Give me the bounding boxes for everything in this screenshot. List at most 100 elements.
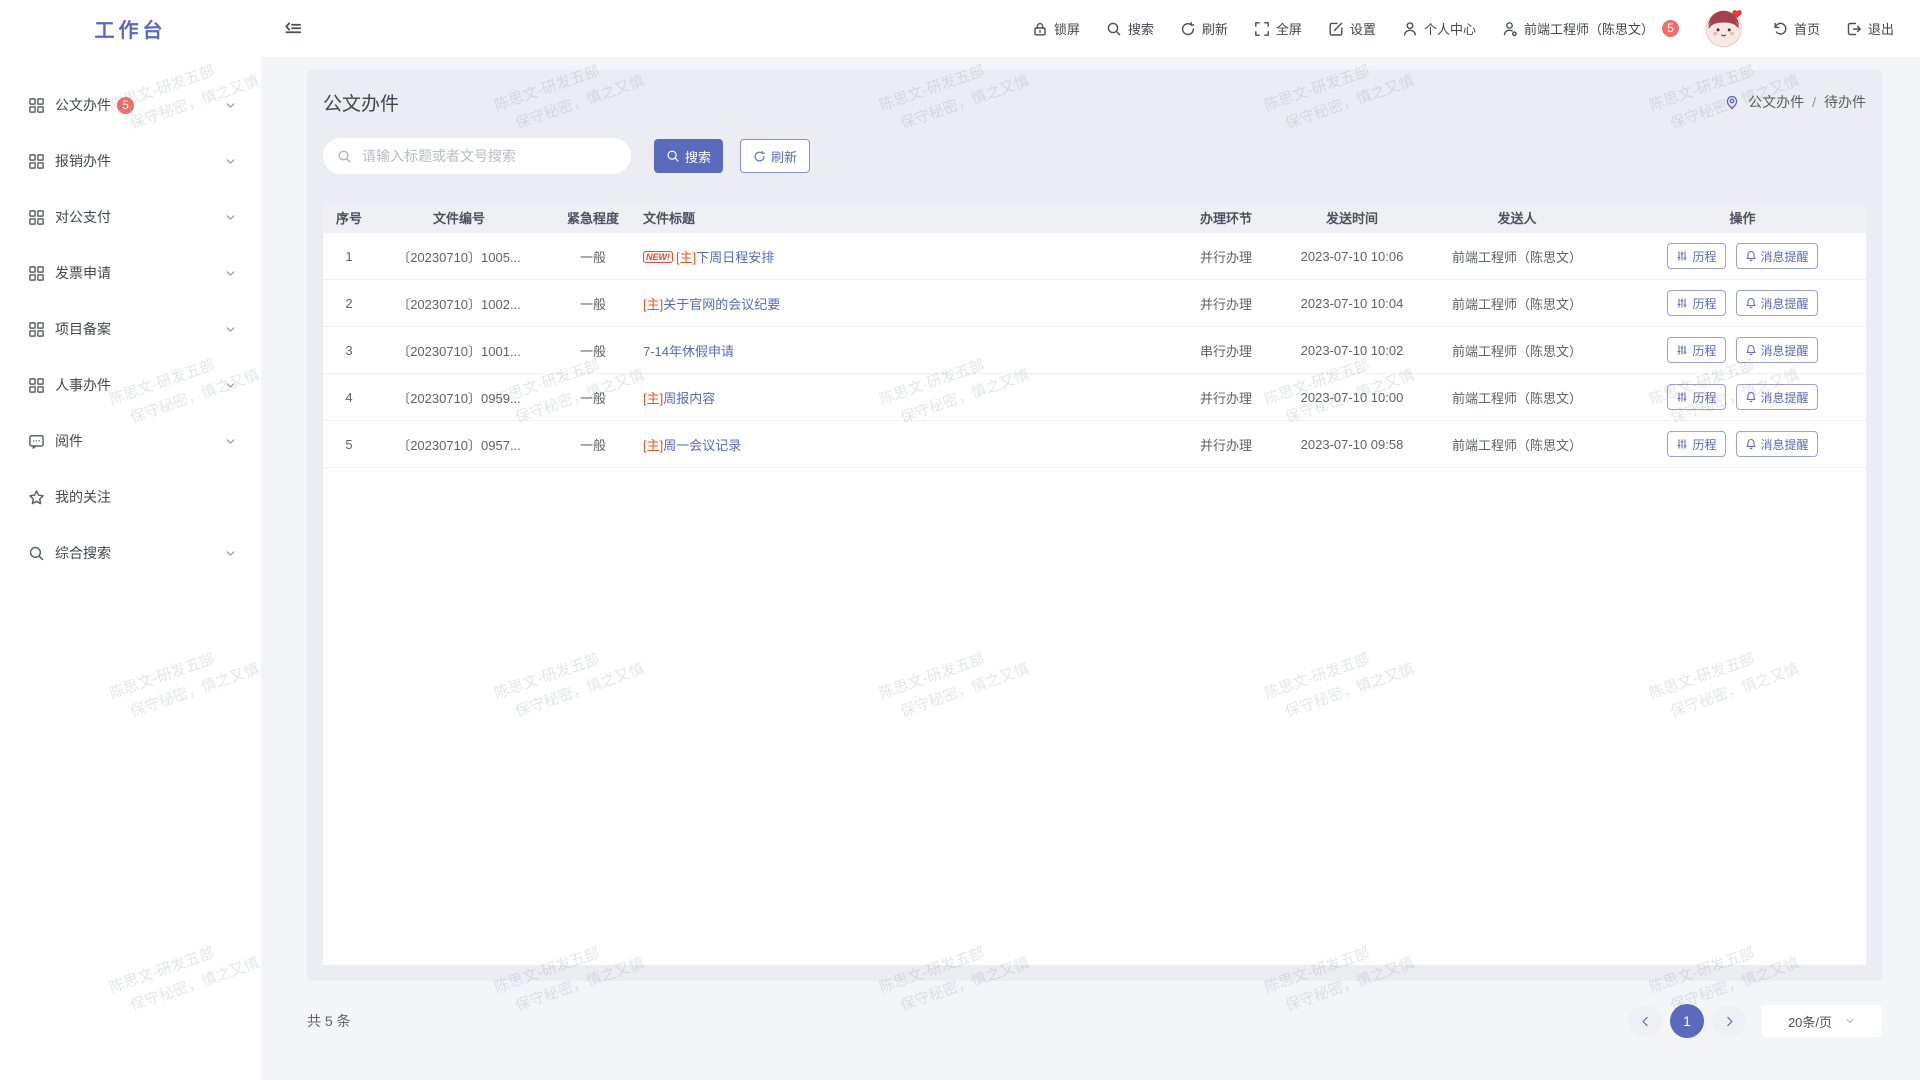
cell-urgency: 一般 xyxy=(543,341,643,360)
sidebar-item-hr[interactable]: 人事办件 xyxy=(0,357,261,413)
sidebar-item-favorites[interactable]: 我的关注 xyxy=(0,469,261,525)
chevron-down-icon[interactable] xyxy=(224,267,237,280)
location-pin-icon xyxy=(1724,94,1740,110)
history-button[interactable]: 历程 xyxy=(1667,431,1725,457)
bell-icon xyxy=(1745,391,1757,403)
sidebar-item-documents[interactable]: 公文办件5 xyxy=(0,77,261,133)
sidebar-item-label: 人事办件 xyxy=(55,375,111,395)
cell-actions: 历程消息提醒 xyxy=(1619,337,1866,363)
chevron-down-icon[interactable] xyxy=(224,99,237,112)
sidebar-item-project[interactable]: 项目备案 xyxy=(0,301,261,357)
history-button[interactable]: 历程 xyxy=(1667,337,1725,363)
history-button[interactable]: 历程 xyxy=(1667,290,1725,316)
cell-urgency: 一般 xyxy=(543,294,643,313)
pagination: 共 5 条 1 20条/页 xyxy=(307,1001,1882,1041)
refresh-button[interactable]: 刷新 xyxy=(740,139,810,173)
refresh-button[interactable]: 刷新 xyxy=(1180,19,1228,38)
cell-sender: 前端工程师（陈思文） xyxy=(1415,435,1619,454)
sidebar-item-label: 阅件 xyxy=(55,431,83,451)
search-button[interactable]: 搜索 xyxy=(1106,19,1154,38)
sidebar-item-badge: 5 xyxy=(117,97,134,114)
home-button[interactable]: 首页 xyxy=(1772,19,1820,38)
chevron-down-icon[interactable] xyxy=(224,379,237,392)
notify-button[interactable]: 消息提醒 xyxy=(1736,431,1818,457)
search-icon xyxy=(337,149,352,164)
cell-step: 并行办理 xyxy=(1163,247,1289,266)
search-button[interactable]: 搜索 xyxy=(654,139,723,173)
cell-actions: 历程 消息提醒 xyxy=(1619,431,1866,457)
lock-button[interactable]: 锁屏 xyxy=(1032,19,1080,38)
column-header: 序号 xyxy=(323,208,375,227)
breadcrumb-separator: / xyxy=(1812,94,1816,110)
sidebar-item-global-search[interactable]: 综合搜索 xyxy=(0,525,261,581)
settings-button[interactable]: 设置 xyxy=(1328,19,1376,38)
notify-button[interactable]: 消息提醒 xyxy=(1736,290,1818,316)
history-button[interactable]: 历程 xyxy=(1667,243,1725,269)
chevron-down-icon[interactable] xyxy=(224,323,237,336)
logout-icon xyxy=(1846,21,1862,37)
cell-time: 2023-07-10 10:06 xyxy=(1289,249,1415,264)
current-page[interactable]: 1 xyxy=(1670,1004,1704,1038)
avatar[interactable] xyxy=(1705,8,1746,49)
logout-button[interactable]: 退出 xyxy=(1846,19,1894,38)
chevron-down-icon[interactable] xyxy=(224,435,237,448)
search-button-label: 搜索 xyxy=(685,147,711,166)
settings-label: 设置 xyxy=(1350,19,1376,38)
search-row: 搜索 刷新 xyxy=(323,138,810,174)
document-link[interactable]: 周一会议记录 xyxy=(663,438,741,453)
page-title: 公文办件 xyxy=(323,89,399,116)
cell-urgency: 一般 xyxy=(543,388,643,407)
notify-button[interactable]: 消息提醒 xyxy=(1736,243,1818,269)
page-size-select[interactable]: 20条/页 xyxy=(1762,1005,1882,1037)
refresh-icon xyxy=(753,150,766,163)
bell-icon xyxy=(1745,250,1757,262)
home-label: 首页 xyxy=(1794,19,1820,38)
prev-page-button[interactable] xyxy=(1628,1006,1662,1036)
document-link[interactable]: 下周日程安排 xyxy=(696,250,774,265)
bell-icon xyxy=(1745,297,1757,309)
notify-button[interactable]: 消息提醒 xyxy=(1736,337,1818,363)
sliders-icon xyxy=(1676,297,1688,309)
grid-icon xyxy=(28,321,45,338)
column-header: 发送时间 xyxy=(1289,208,1415,227)
history-button[interactable]: 历程 xyxy=(1667,384,1725,410)
chevron-down-icon[interactable] xyxy=(224,155,237,168)
search-input[interactable] xyxy=(360,147,617,165)
profile-button[interactable]: 个人中心 xyxy=(1402,19,1476,38)
fullscreen-button[interactable]: 全屏 xyxy=(1254,19,1302,38)
grid-icon xyxy=(28,377,45,394)
sidebar-item-invoice[interactable]: 发票申请 xyxy=(0,245,261,301)
document-link[interactable]: 关于官网的会议纪要 xyxy=(663,297,780,312)
sidebar-item-reimbursement[interactable]: 报销办件 xyxy=(0,133,261,189)
sliders-icon xyxy=(1676,438,1688,450)
sidebar-item-reading[interactable]: 阅件 xyxy=(0,413,261,469)
chevron-down-icon[interactable] xyxy=(224,547,237,560)
search-icon xyxy=(1106,21,1122,37)
cell-time: 2023-07-10 10:00 xyxy=(1289,390,1415,405)
grid-icon xyxy=(28,209,45,226)
breadcrumb-root[interactable]: 公文办件 xyxy=(1748,92,1804,112)
fullscreen-icon xyxy=(1254,21,1270,37)
collapse-sidebar-icon[interactable] xyxy=(283,19,303,39)
cell-index: 2 xyxy=(323,296,375,311)
next-page-button[interactable] xyxy=(1712,1006,1746,1036)
column-header: 操作 xyxy=(1619,208,1866,227)
notify-button[interactable]: 消息提醒 xyxy=(1736,384,1818,410)
cell-time: 2023-07-10 09:58 xyxy=(1289,437,1415,452)
notify-label: 消息提醒 xyxy=(1761,436,1809,453)
notify-label: 消息提醒 xyxy=(1761,295,1809,312)
search-label: 搜索 xyxy=(1128,19,1154,38)
logout-label: 退出 xyxy=(1868,19,1894,38)
current-user[interactable]: 前端工程师（陈思文） 5 xyxy=(1502,19,1679,38)
table-row: 4〔20230710〕0959...一般[主]周报内容并行办理2023-07-1… xyxy=(323,374,1866,421)
chevron-down-icon[interactable] xyxy=(224,211,237,224)
content-card: 公文办件 公文办件 / 待办件 搜索 刷新 序号文件编号紧急程 xyxy=(307,70,1882,981)
sidebar-item-payment[interactable]: 对公支付 xyxy=(0,189,261,245)
bell-icon xyxy=(1745,344,1757,356)
cell-step: 并行办理 xyxy=(1163,294,1289,313)
document-link[interactable]: 7-14年休假申请 xyxy=(643,344,734,359)
sidebar-item-label: 综合搜索 xyxy=(55,543,111,563)
document-link[interactable]: 周报内容 xyxy=(663,391,715,406)
cell-doc-no: 〔20230710〕1001... xyxy=(375,341,543,360)
cell-step: 串行办理 xyxy=(1163,341,1289,360)
